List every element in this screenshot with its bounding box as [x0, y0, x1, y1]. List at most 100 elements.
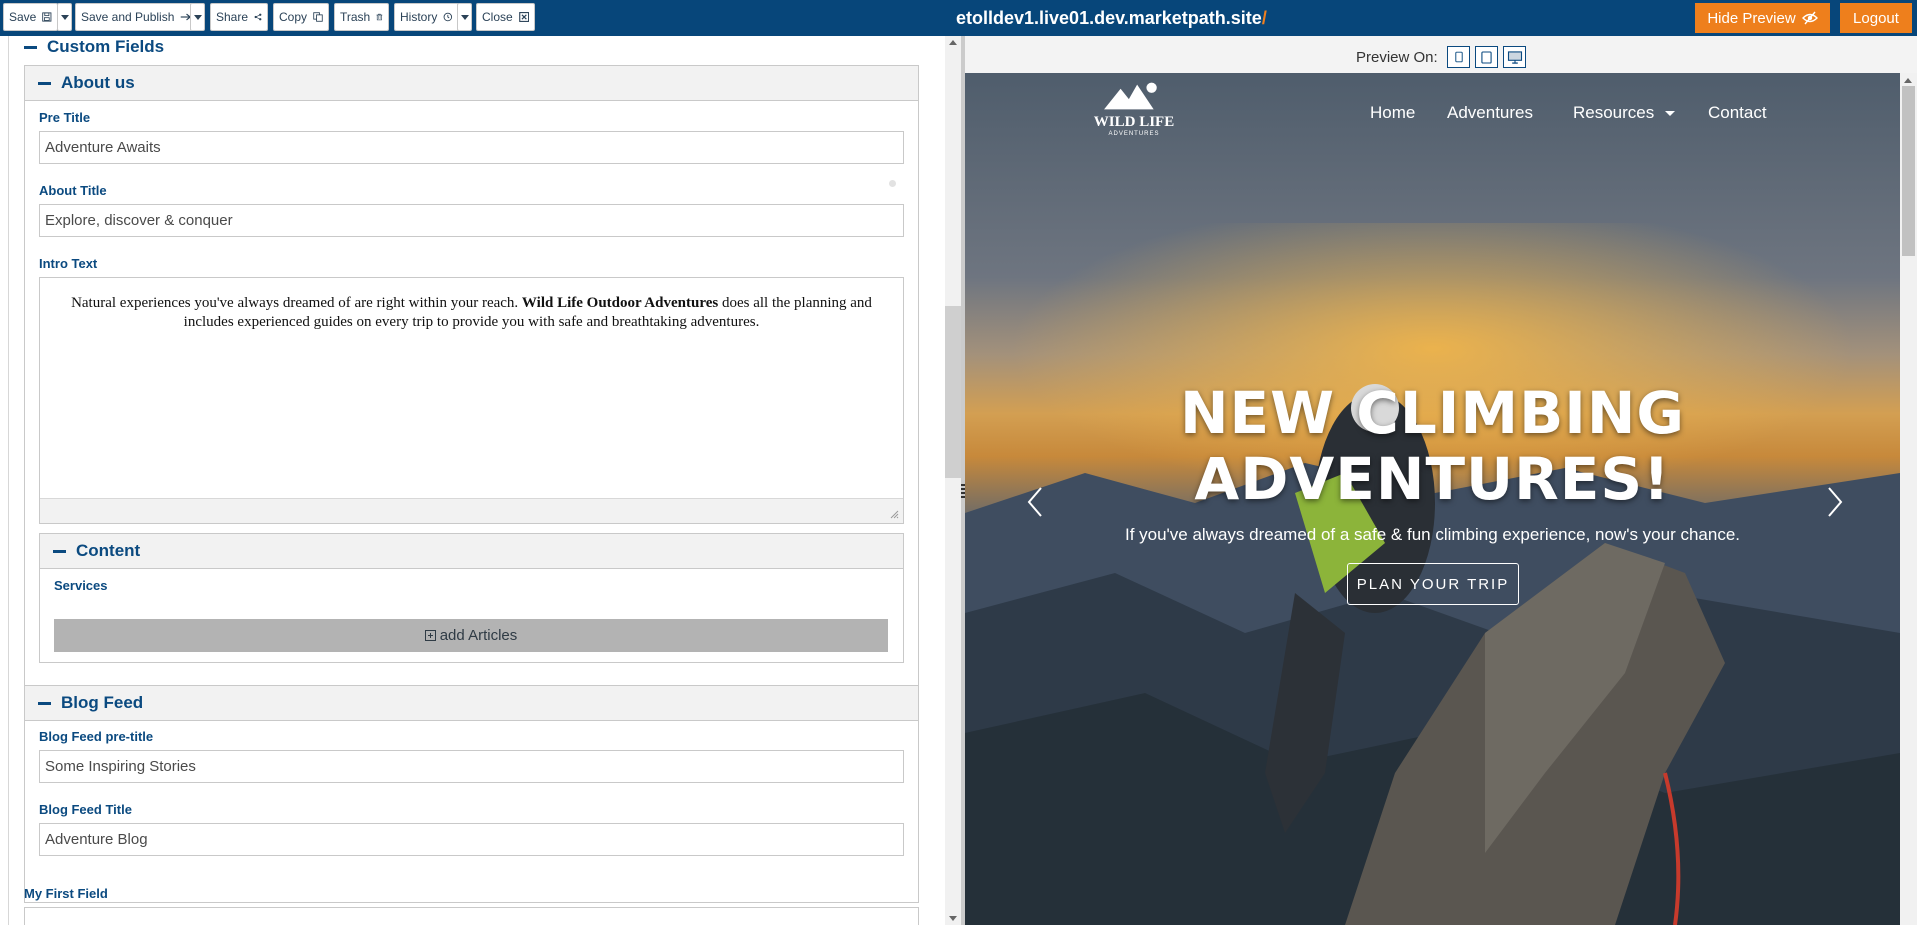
close-button[interactable]: Close	[476, 3, 535, 31]
desktop-icon	[1507, 50, 1522, 64]
site-url-link[interactable]: etolldev1.live01.dev.marketpath.site/	[956, 8, 1267, 29]
tablet-preview-button[interactable]	[1475, 46, 1498, 68]
plan-your-trip-label: PLAN YOUR TRIP	[1356, 575, 1510, 593]
custom-fields-header[interactable]: Custom Fields	[24, 37, 164, 57]
logout-label: Logout	[1853, 9, 1899, 27]
blog-feed-pretitle-label: Blog Feed pre-title	[39, 729, 154, 744]
logout-button[interactable]: Logout	[1840, 3, 1912, 33]
trash-button[interactable]: Trash	[334, 3, 389, 31]
content-panel-header[interactable]	[40, 534, 903, 569]
share-button[interactable]: Share	[210, 3, 268, 31]
my-first-field-label: My First Field	[24, 886, 108, 901]
editor-pane: Custom Fields About us Pre Title Adventu…	[0, 36, 945, 925]
desktop-preview-button[interactable]	[1503, 46, 1526, 68]
share-button-label: Share	[216, 10, 249, 24]
collapse-minus-icon	[53, 549, 66, 553]
tablet-icon	[1481, 50, 1492, 64]
intro-text-bold: Wild Life Outdoor Adventures	[521, 295, 719, 311]
intro-text-label: Intro Text	[39, 256, 98, 271]
nav-resources-label: Resources	[1573, 103, 1655, 122]
save-and-publish-button[interactable]: Save and Publish	[75, 3, 198, 31]
intro-text-editor[interactable]: Natural experiences you've always dreame…	[39, 277, 904, 524]
blog-feed-panel	[24, 685, 919, 903]
blog-feed-title-value: Adventure Blog	[45, 831, 148, 848]
hero-title-line1: NEW CLIMBING	[1179, 379, 1686, 447]
copy-button-label: Copy	[279, 10, 308, 24]
blog-feed-pretitle-value: Some Inspiring Stories	[45, 758, 196, 775]
blog-feed-header[interactable]: Blog Feed	[38, 693, 143, 713]
intro-text-before: Natural experiences you've always dreame…	[71, 295, 522, 311]
plus-square-icon	[424, 630, 436, 641]
chevron-down-icon	[193, 14, 202, 20]
close-button-label: Close	[482, 10, 513, 24]
editor-scrollbar-thumb[interactable]	[945, 306, 961, 478]
about-us-header[interactable]: About us	[38, 73, 135, 93]
hero-title-line2: ADVENTURES!	[1194, 445, 1671, 513]
trash-icon	[376, 13, 383, 21]
preview-scrollbar-thumb[interactable]	[1902, 86, 1915, 256]
plan-your-trip-button[interactable]: PLAN YOUR TRIP	[1347, 563, 1519, 605]
preview-on-label: Preview On:	[1356, 49, 1438, 66]
collapse-minus-icon	[38, 701, 51, 705]
publish-dropdown-caret[interactable]	[190, 3, 205, 31]
collapse-minus-icon	[24, 45, 37, 49]
resize-grip-icon[interactable]	[889, 509, 899, 519]
save-button-label: Save	[9, 10, 37, 24]
pane-divider-line	[8, 36, 9, 925]
hero-subtitle: If you've always dreamed of a safe & fun…	[1124, 525, 1741, 544]
blog-feed-title: Blog Feed	[61, 693, 144, 712]
copy-icon	[313, 12, 323, 22]
logo-text-line1: WILD LIFE	[1093, 114, 1175, 130]
custom-fields-title: Custom Fields	[47, 37, 165, 56]
floppy-disk-icon	[42, 12, 52, 22]
save-dropdown-caret[interactable]	[57, 3, 72, 31]
history-dropdown-caret[interactable]	[457, 3, 472, 31]
pre-title-label: Pre Title	[39, 110, 91, 125]
pre-title-input[interactable]: Adventure Awaits	[39, 131, 904, 164]
pre-title-value: Adventure Awaits	[45, 139, 161, 156]
collapse-minus-icon	[38, 81, 51, 85]
save-button[interactable]: Save	[3, 3, 58, 31]
share-icon	[254, 13, 262, 21]
scroll-up-arrow-icon[interactable]	[949, 40, 957, 45]
content-title: Content	[76, 541, 141, 560]
about-title-input[interactable]: Explore, discover & conquer	[39, 204, 904, 237]
clock-icon	[443, 12, 453, 22]
history-button[interactable]: History	[394, 3, 459, 31]
close-icon	[518, 12, 529, 22]
nav-resources-link[interactable]: Resources	[1573, 103, 1675, 123]
trash-button-label: Trash	[340, 10, 371, 24]
nav-adventures-link[interactable]: Adventures	[1447, 103, 1533, 123]
blog-feed-panel-header[interactable]	[25, 686, 918, 721]
mobile-preview-button[interactable]	[1447, 46, 1470, 68]
blog-feed-title-input[interactable]: Adventure Blog	[39, 823, 904, 856]
hide-preview-button[interactable]: Hide Preview	[1695, 3, 1830, 33]
eye-slash-icon	[1801, 11, 1818, 25]
nav-home-link[interactable]: Home	[1370, 103, 1415, 123]
carousel-next-arrow-icon[interactable]	[1825, 484, 1845, 520]
my-first-field-input[interactable]	[24, 907, 919, 925]
nav-contact-link[interactable]: Contact	[1708, 103, 1767, 123]
blog-feed-title-label: Blog Feed Title	[39, 802, 132, 817]
add-articles-button[interactable]: add Articles	[54, 619, 888, 652]
scroll-down-arrow-icon[interactable]	[949, 916, 957, 921]
editor-scrollbar[interactable]	[945, 36, 961, 925]
services-label: Services	[54, 578, 108, 593]
wild-life-logo-mountain-icon	[1104, 82, 1157, 110]
phone-icon	[1454, 51, 1463, 63]
chevron-down-icon	[1665, 111, 1675, 117]
tiny-dot-indicator	[889, 180, 896, 187]
intro-text-content[interactable]: Natural experiences you've always dreame…	[54, 294, 889, 332]
editor-status-bar	[40, 498, 903, 523]
carousel-prev-arrow-icon[interactable]	[1025, 484, 1045, 520]
logo-text-line2: ADVENTURES	[1108, 131, 1160, 137]
blog-feed-pretitle-input[interactable]: Some Inspiring Stories	[39, 750, 904, 783]
about-title-label: About Title	[39, 183, 107, 198]
add-articles-label: add Articles	[439, 627, 518, 644]
about-us-panel-header[interactable]	[25, 66, 918, 101]
scroll-up-arrow-icon[interactable]	[1904, 78, 1912, 83]
save-and-publish-label: Save and Publish	[81, 10, 175, 24]
site-url-slash: /	[1261, 8, 1267, 28]
copy-button[interactable]: Copy	[273, 3, 329, 31]
content-header[interactable]: Content	[53, 541, 140, 561]
